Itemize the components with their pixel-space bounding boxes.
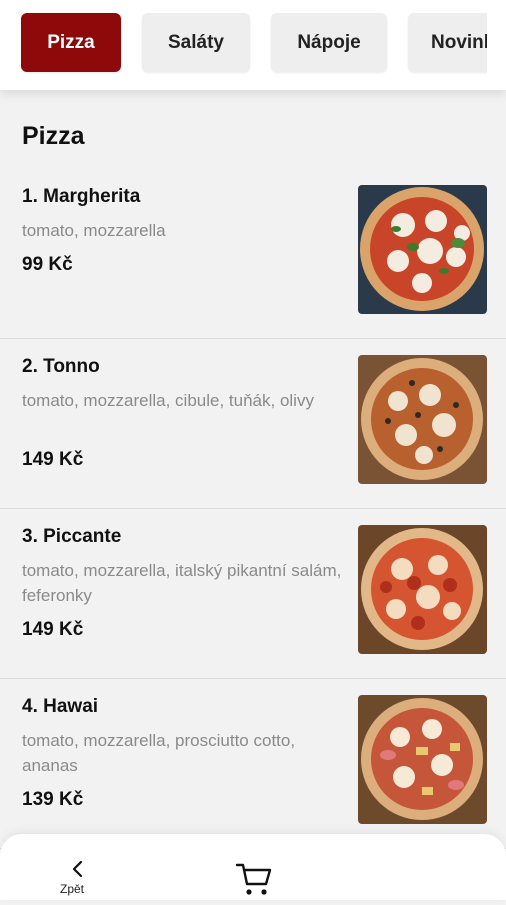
- bottom-navigation: Zpět: [0, 834, 506, 900]
- back-button[interactable]: Zpět: [52, 854, 104, 900]
- item-description: tomato, mozzarella, cibule, tuňák, olivy: [22, 391, 314, 410]
- item-name: 2. Tonno: [22, 356, 100, 377]
- back-label: Zpět: [60, 882, 85, 896]
- item-name: 4. Hawai: [22, 696, 99, 717]
- cart-icon: [235, 863, 272, 895]
- item-price: 149 Kč: [22, 449, 84, 470]
- item-price: 99 Kč: [22, 254, 73, 275]
- item-description: tomato, mozzarella, italský pikantní sal…: [22, 561, 342, 605]
- item-description: tomato, mozzarella, prosciutto cotto, an…: [22, 731, 296, 775]
- menu-item[interactable]: 3. Piccante tomato, mozzarella, italský …: [0, 508, 506, 679]
- menu-item[interactable]: 2. Tonno tomato, mozzarella, cibule, tuň…: [0, 338, 506, 509]
- tab-pizza[interactable]: Pizza: [21, 13, 121, 72]
- item-description: tomato, mozzarella: [22, 221, 166, 240]
- tab-label: Nápoje: [297, 31, 361, 53]
- tab-napoje[interactable]: Nápoje: [271, 13, 387, 72]
- item-name: 3. Piccante: [22, 526, 122, 547]
- item-price: 149 Kč: [22, 619, 84, 640]
- tab-label: Pizza: [47, 31, 95, 53]
- item-name: 1. Margherita: [22, 186, 141, 207]
- tonno-pizza-photo: [358, 355, 487, 484]
- menu-item[interactable]: 4. Hawai tomato, mozzarella, prosciutto …: [0, 678, 506, 849]
- tab-salaty[interactable]: Saláty: [142, 13, 250, 72]
- cart-button[interactable]: [234, 860, 274, 900]
- menu-item[interactable]: 1. Margherita tomato, mozzarella 99 Kč: [0, 168, 506, 339]
- margherita-pizza-photo: [358, 185, 487, 314]
- item-price: 139 Kč: [22, 789, 84, 810]
- tabs-edge: [487, 0, 506, 90]
- category-tabs: Pizza Saláty Nápoje Novinky: [0, 0, 506, 90]
- piccante-pizza-photo: [358, 525, 487, 654]
- hawai-pizza-photo: [358, 695, 487, 824]
- section-title: Pizza: [22, 122, 85, 150]
- chevron-left-icon: [72, 860, 83, 878]
- tab-label: Saláty: [168, 31, 224, 53]
